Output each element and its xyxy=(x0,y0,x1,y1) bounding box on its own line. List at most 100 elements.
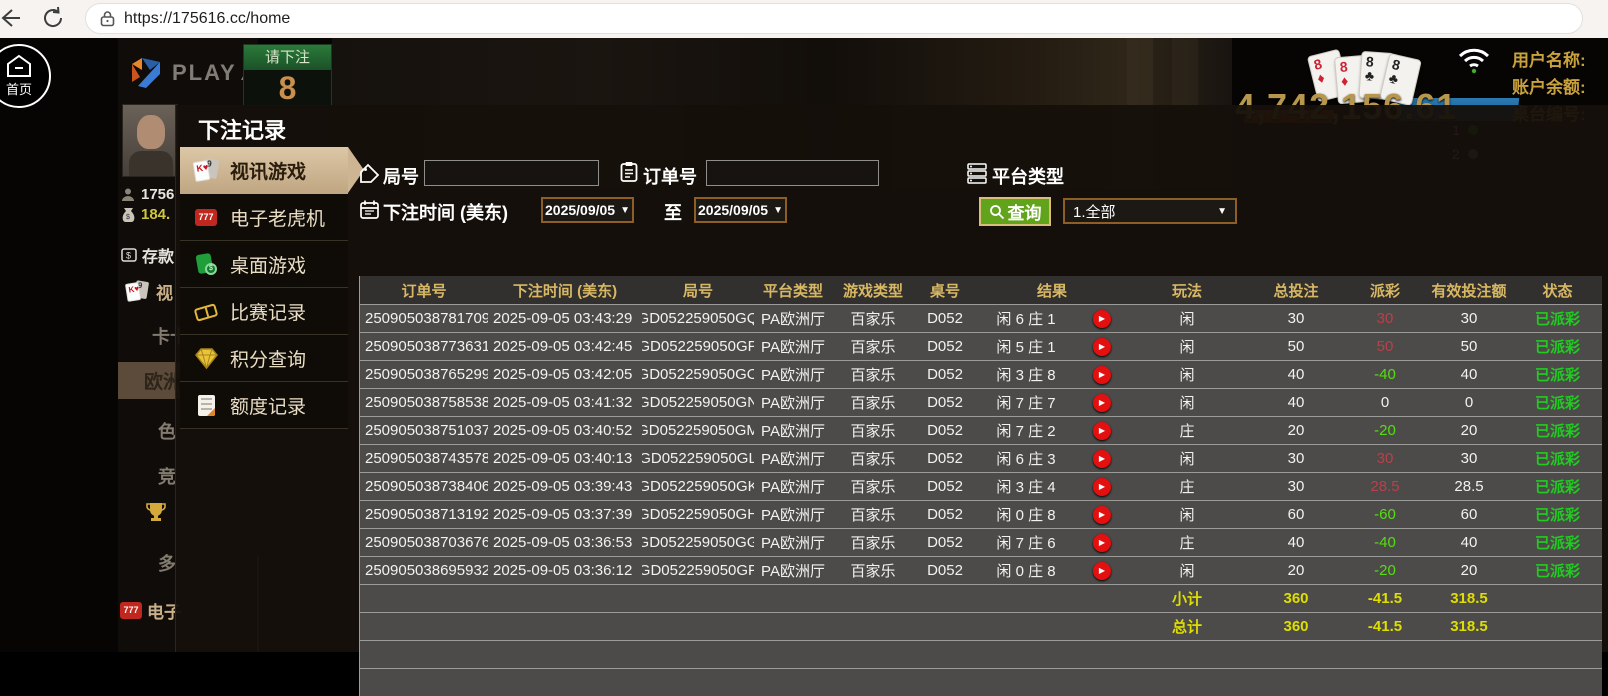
spacer xyxy=(1514,613,1601,640)
column-header: 桌号 xyxy=(914,276,976,304)
cell-play-type: 庄 xyxy=(1128,473,1246,500)
cell-result: 闲 7 庄 2 xyxy=(976,417,1076,444)
money-bag-icon: $ xyxy=(121,207,136,223)
play-icon[interactable]: ▶ xyxy=(1093,562,1111,580)
column-header: 有效投注额 xyxy=(1424,276,1514,304)
search-button[interactable]: 查询 xyxy=(979,197,1051,226)
cell-status: 已派彩 xyxy=(1514,501,1601,528)
back-icon[interactable] xyxy=(0,5,22,31)
wifi-icon xyxy=(1457,46,1491,74)
menu-item-6[interactable]: 额度记录 xyxy=(180,382,348,429)
cell-game-type: 百家乐 xyxy=(832,501,914,528)
cell-order-number: 250905038695932 xyxy=(360,557,488,584)
cell-round-number: GD052259050GN xyxy=(642,389,754,416)
cell-payout: 28.5 xyxy=(1346,473,1424,500)
cell-play-type: 闲 xyxy=(1128,361,1246,388)
cell-table-number: D052 xyxy=(914,473,976,500)
cell-round-number: GD052259050GF xyxy=(642,557,754,584)
cell-total-bet: 40 xyxy=(1246,389,1346,416)
cell-bet-time: 2025-09-05 03:41:32 xyxy=(488,389,642,416)
cell-result: 闲 3 庄 4 xyxy=(976,473,1076,500)
play-icon[interactable]: ▶ xyxy=(1093,310,1111,328)
menu-item-4[interactable]: 比赛记录 xyxy=(180,288,348,335)
column-header: 派彩 xyxy=(1346,276,1424,304)
menu-item-2[interactable]: 777电子老虎机 xyxy=(180,194,348,241)
cell-game-type: 百家乐 xyxy=(832,417,914,444)
deposit-button[interactable]: $ 存款 xyxy=(121,243,174,267)
cell-platform-type: PA欧洲厅 xyxy=(754,501,832,528)
cell-valid-bet: 50 xyxy=(1424,333,1514,360)
cards-icon: 9K♥ xyxy=(193,157,220,184)
cell-bet-time: 2025-09-05 03:40:52 xyxy=(488,417,642,444)
lobby-item-jing[interactable]: 竞 xyxy=(158,463,176,489)
cell-status: 已派彩 xyxy=(1514,445,1601,472)
spacer xyxy=(360,613,1128,640)
column-header: 玩法 xyxy=(1128,276,1246,304)
play-icon[interactable]: ▶ xyxy=(1093,422,1111,440)
search-icon xyxy=(989,204,1005,220)
cell-status: 已派彩 xyxy=(1514,557,1601,584)
cell-table-number: D052 xyxy=(914,333,976,360)
cell-total-bet: 30 xyxy=(1246,305,1346,332)
lobby-video-tab[interactable]: 9K♥ 视 xyxy=(124,278,173,305)
menu-item-label: 比赛记录 xyxy=(230,298,306,325)
avatar[interactable] xyxy=(122,104,178,177)
cell-platform-type: PA欧洲厅 xyxy=(754,445,832,472)
date-from-picker[interactable]: 2025/09/05 ▼ xyxy=(541,197,634,223)
url-text: https://175616.cc/home xyxy=(124,10,290,28)
countdown-number: 8 xyxy=(244,70,331,106)
cell-order-number: 250905038773631 xyxy=(360,333,488,360)
total-row-bet: 360 xyxy=(1246,613,1346,640)
menu-item-1[interactable]: 9K♥视讯游戏 xyxy=(180,147,348,194)
play-icon[interactable]: ▶ xyxy=(1093,394,1111,412)
cell-game-type: 百家乐 xyxy=(832,557,914,584)
chevron-down-icon: ▼ xyxy=(620,205,630,216)
menu-item-5[interactable]: 积分查询 xyxy=(180,335,348,382)
column-header: 状态 xyxy=(1514,276,1601,304)
play-icon[interactable]: ▶ xyxy=(1093,450,1111,468)
cell-bet-time: 2025-09-05 03:40:13 xyxy=(488,445,642,472)
clipboard-icon xyxy=(619,161,639,181)
playace-logo-mark xyxy=(128,56,164,90)
cell-result: 闲 3 庄 8 xyxy=(976,361,1076,388)
cell-play-type: 闲 xyxy=(1128,389,1246,416)
lobby-item-se[interactable]: 色 xyxy=(158,418,176,444)
cell-table-number: D052 xyxy=(914,389,976,416)
avatar-face xyxy=(137,115,165,149)
refresh-icon[interactable] xyxy=(40,5,66,31)
cell-round-number: GD052259050GL xyxy=(642,445,754,472)
cell-order-number: 250905038703676 xyxy=(360,529,488,556)
table-row: 2509050387585382025-09-05 03:41:32GD0522… xyxy=(360,388,1602,416)
platform-filter-label: 平台类型 xyxy=(992,163,1064,189)
spacer xyxy=(1514,585,1601,612)
cell-result: 闲 0 庄 8 xyxy=(976,557,1076,584)
subtotal-row-payout: -41.5 xyxy=(1346,585,1424,612)
menu-item-3[interactable]: $桌面游戏 xyxy=(180,241,348,288)
lobby-item-slots[interactable]: 777 电子 xyxy=(120,598,181,623)
modal-title: 下注记录 xyxy=(198,113,286,145)
play-icon[interactable]: ▶ xyxy=(1093,338,1111,356)
cards-icon: 9K♥ xyxy=(125,279,149,303)
play-icon[interactable]: ▶ xyxy=(1093,506,1111,524)
cell-valid-bet: 20 xyxy=(1424,417,1514,444)
cell-round-number: GD052259050GK xyxy=(642,473,754,500)
cell-status: 已派彩 xyxy=(1514,529,1601,556)
column-header: 游戏类型 xyxy=(832,276,914,304)
play-icon[interactable]: ▶ xyxy=(1093,366,1111,384)
lobby-item-duo[interactable]: 多 xyxy=(158,550,176,576)
cell-bet-time: 2025-09-05 03:43:29 xyxy=(488,305,642,332)
cell-replay: ▶ xyxy=(1076,361,1128,388)
round-input[interactable] xyxy=(424,160,599,186)
play-icon[interactable]: ▶ xyxy=(1093,478,1111,496)
order-input[interactable] xyxy=(706,160,879,186)
cell-replay: ▶ xyxy=(1076,333,1128,360)
cell-play-type: 庄 xyxy=(1128,529,1246,556)
url-bar[interactable]: https://175616.cc/home xyxy=(85,3,1583,34)
platform-select[interactable]: 1.全部 ▼ xyxy=(1063,198,1237,224)
lobby-item-trophy[interactable] xyxy=(144,500,168,524)
play-icon[interactable]: ▶ xyxy=(1093,534,1111,552)
cell-valid-bet: 30 xyxy=(1424,305,1514,332)
table-row: 2509050387435782025-09-05 03:40:13GD0522… xyxy=(360,444,1602,472)
date-to-picker[interactable]: 2025/09/05 ▼ xyxy=(694,197,787,223)
menu-item-label: 桌面游戏 xyxy=(230,251,306,278)
